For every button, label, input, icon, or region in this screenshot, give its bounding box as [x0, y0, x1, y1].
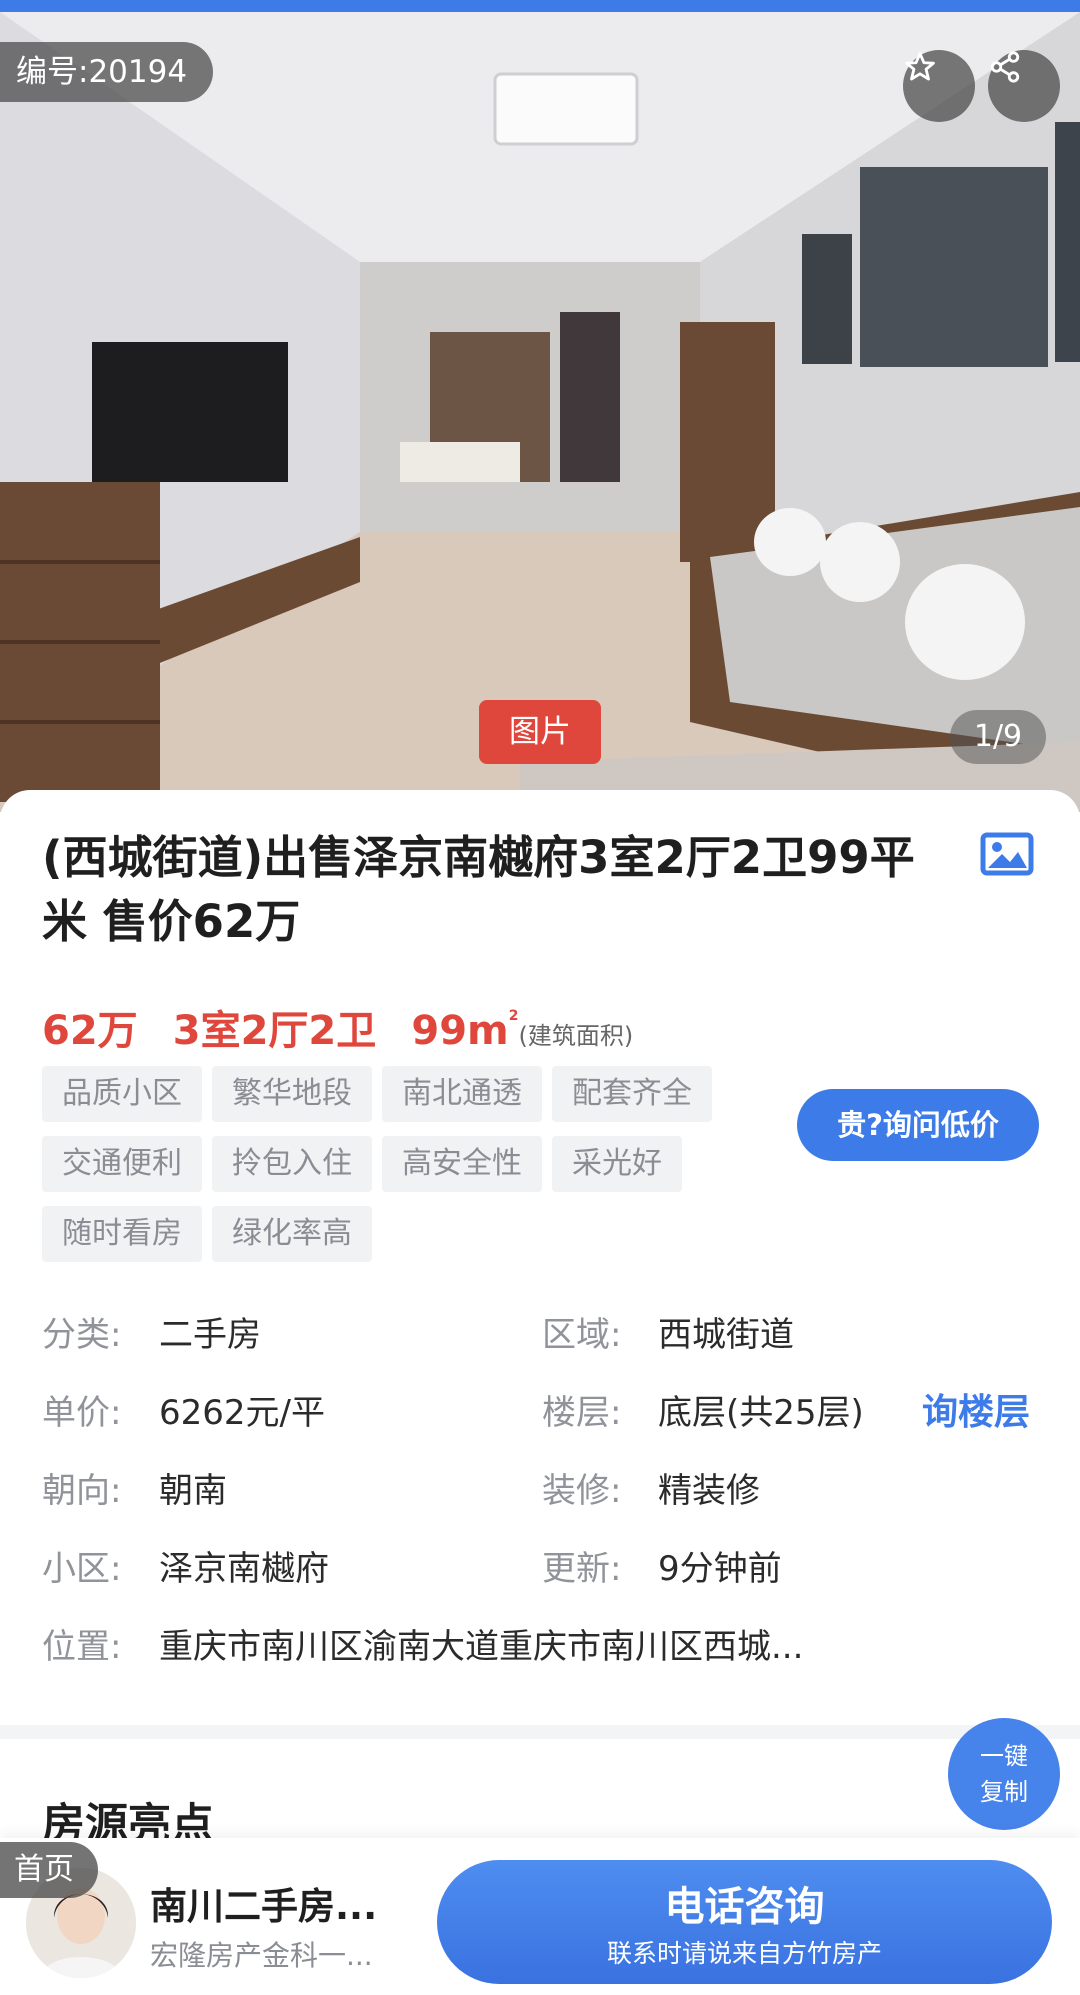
updated-value: 9分钟前 [658, 1549, 782, 1589]
feature-tag: 绿化率高 [212, 1206, 372, 1262]
info-row: 分类: 二手房 区域: 西城街道 [42, 1296, 1042, 1374]
phone-consult-label: 电话咨询 [664, 1884, 825, 1930]
unit-price-label: 单价: [42, 1393, 122, 1433]
category-value: 二手房 [159, 1315, 261, 1355]
orientation-value: 朝南 [159, 1471, 227, 1511]
feature-tag: 交通便利 [42, 1136, 202, 1192]
agent-name[interactable]: 南川二手房... [150, 1876, 377, 1930]
community-label: 小区: [42, 1549, 122, 1589]
room-illustration [0, 12, 1080, 812]
share-button[interactable] [988, 50, 1060, 122]
property-info: 分类: 二手房 区域: 西城街道 单价: 6262元/平 楼层: 底层(共25层… [42, 1296, 1042, 1686]
feature-tag: 繁华地段 [212, 1066, 372, 1122]
info-row: 朝向: 朝南 装修: 精装修 [42, 1452, 1042, 1530]
copy-button-line2: 复制 [980, 1778, 1028, 1806]
price-summary: 62万 3室2厅2卫 99m2(建筑面积) [42, 998, 633, 1058]
info-row: 小区: 泽京南樾府 更新: 9分钟前 [42, 1530, 1042, 1608]
feature-tag: 南北通透 [382, 1066, 542, 1122]
copy-button-line1: 一键 [980, 1742, 1028, 1770]
location-value: 重庆市南川区渝南大道重庆市南川区西城... [159, 1627, 804, 1667]
top-accent-bar [0, 0, 1080, 12]
room-layout: 3室2厅2卫 [172, 1008, 377, 1054]
decoration-value: 精装修 [658, 1471, 760, 1511]
phone-consult-button[interactable]: 电话咨询 联系时请说来自方竹房产 [437, 1860, 1052, 1984]
agent-company: 宏隆房产金科一... [150, 1939, 373, 1972]
contact-bar: 南川二手房... 宏隆房产金科一... 电话咨询 联系时请说来自方竹房产 [0, 1838, 1080, 1995]
feature-tags: 品质小区 繁华地段 南北通透 配套齐全 交通便利 拎包入住 高安全性 采光好 随时看房 绿化率… [42, 1066, 762, 1276]
favorite-button[interactable] [903, 50, 975, 122]
phone-consult-note: 联系时请说来自方竹房产 [606, 1939, 882, 1968]
area-note: (建筑面积) [518, 1022, 634, 1050]
updated-label: 更新: [542, 1549, 622, 1589]
feature-tag: 随时看房 [42, 1206, 202, 1262]
feature-tag: 采光好 [552, 1136, 682, 1192]
image-tab[interactable]: 图片 [479, 700, 601, 764]
area-unit-sup: 2 [508, 1008, 519, 1024]
listing-title: (西城街道)出售泽京南樾府3室2厅2卫99平米 售价62万 [42, 831, 915, 948]
community-value: 泽京南樾府 [159, 1549, 329, 1589]
unit-price-value: 6262元/平 [159, 1393, 325, 1433]
floor-label: 楼层: [542, 1393, 622, 1433]
home-button[interactable]: 首页 [0, 1842, 98, 1898]
floor-area: 99m [411, 1008, 509, 1054]
feature-tag: 拎包入住 [212, 1136, 372, 1192]
region-value: 西城街道 [658, 1315, 794, 1355]
decoration-label: 装修: [542, 1471, 622, 1511]
total-price: 62万 [42, 1008, 138, 1054]
image-gallery-icon[interactable] [980, 832, 1034, 880]
info-row: 位置: 重庆市南川区渝南大道重庆市南川区西城... [42, 1608, 1042, 1686]
ask-floor-link[interactable]: 询楼层 [922, 1374, 1030, 1452]
feature-tag: 品质小区 [42, 1066, 202, 1122]
section-divider [0, 1725, 1080, 1739]
image-counter: 1/9 [950, 710, 1046, 764]
location-label: 位置: [42, 1627, 122, 1667]
listing-detail-card: (西城街道)出售泽京南樾府3室2厅2卫99平米 售价62万 62万 3室2厅2卫… [0, 790, 1080, 1725]
feature-tag: 高安全性 [382, 1136, 542, 1192]
listing-photo[interactable]: 编号:20194 图片 1/9 [0, 12, 1080, 812]
orientation-label: 朝向: [42, 1471, 122, 1511]
ask-lower-price-button[interactable]: 贵?询问低价 [797, 1089, 1039, 1161]
feature-tag: 配套齐全 [552, 1066, 712, 1122]
listing-id-badge: 编号:20194 [0, 42, 214, 102]
info-row: 单价: 6262元/平 楼层: 底层(共25层) 询楼层 [42, 1374, 1042, 1452]
region-label: 区域: [542, 1315, 622, 1355]
category-label: 分类: [42, 1315, 122, 1355]
floor-value: 底层(共25层) [658, 1393, 864, 1433]
one-click-copy-button[interactable]: 一键 复制 [948, 1718, 1060, 1830]
